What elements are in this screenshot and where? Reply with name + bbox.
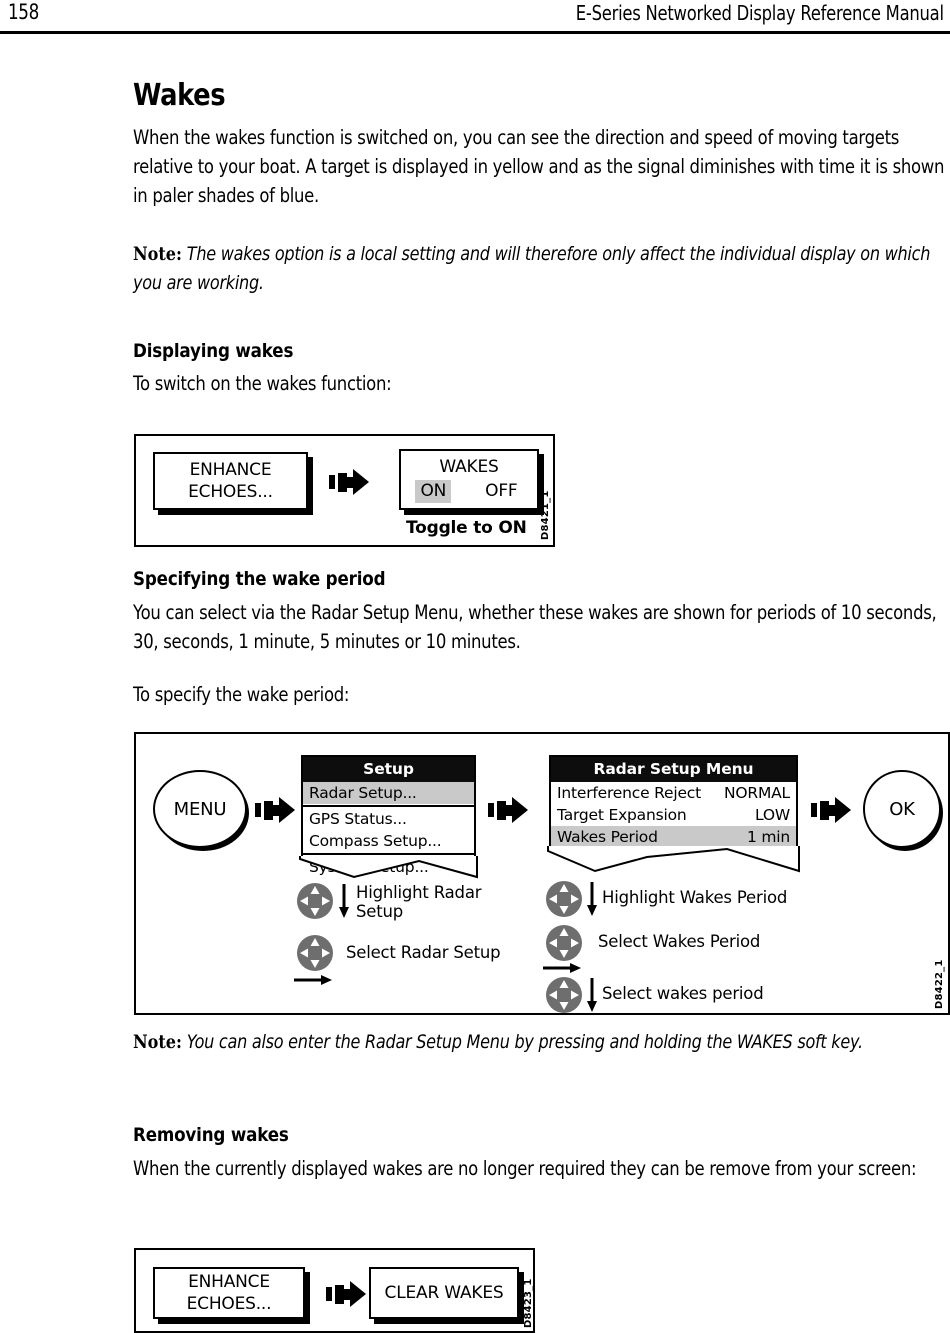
wakes-panel-title: WAKES [439, 457, 499, 477]
trackpad-icon[interactable] [545, 924, 583, 962]
wakes-option-on[interactable]: ON [415, 480, 452, 503]
setup-menu-item-gps-status[interactable]: GPS Status... [303, 808, 474, 830]
radar-setup-row-target-expansion[interactable]: Target Expansion LOW [551, 804, 796, 826]
trackpad-step-label-3: Highlight Wakes Period [602, 888, 788, 907]
arrow-head [279, 797, 295, 823]
softkey-line-2: ECHOES... [186, 1294, 272, 1314]
note-label: Note: [133, 243, 182, 265]
arrow-head [350, 1281, 366, 1307]
setup-menu-panel[interactable]: Setup Radar Setup... GPS Status... Compa… [301, 755, 476, 876]
figure-removing-wakes: ENHANCE ECHOES... CLEAR WAKES D8423_1 [134, 1248, 535, 1333]
figure-id-2: D8422_1 [934, 959, 945, 1010]
menu-hardkey[interactable]: MENU [153, 770, 247, 848]
figure-id-1: D8421_1 [540, 490, 551, 541]
radar-setup-row-value: NORMAL [724, 784, 790, 802]
specifying-lead-in: To specify the wake period: [133, 683, 350, 706]
trackpad-step-label-4: Select Wakes Period [598, 932, 761, 951]
arrow-dash-large [335, 1284, 344, 1304]
down-arrow-icon [587, 978, 597, 1012]
down-arrow-icon [587, 882, 597, 916]
manual-title: E-Series Networked Display Reference Man… [575, 1, 944, 25]
softkey-line-1: ENHANCE [189, 460, 272, 480]
arrow-dash-small [326, 1287, 332, 1301]
softkey-clear-wakes[interactable]: CLEAR WAKES [369, 1267, 519, 1319]
note-radar-setup-shortcut: Note: You can also enter the Radar Setup… [133, 1028, 950, 1057]
figure-id-3: D8423_1 [523, 1278, 534, 1329]
note-body: The wakes option is a local setting and … [133, 243, 931, 294]
radar-setup-menu-title: Radar Setup Menu [551, 757, 796, 782]
radar-setup-menu-panel[interactable]: Radar Setup Menu Interference Reject NOR… [549, 755, 798, 849]
ok-hardkey-label: OK [889, 798, 915, 820]
trackpad-icon[interactable] [296, 882, 334, 920]
trackpad-step-label-1: Highlight Radar Setup [356, 883, 482, 921]
trackpad-icon[interactable] [545, 880, 583, 918]
setup-menu-item-label: Compass Setup... [309, 832, 442, 850]
down-arrow-icon [339, 884, 349, 918]
softkey-line-1: ENHANCE [188, 1272, 270, 1292]
specifying-body: You can select via the Radar Setup Menu,… [133, 601, 937, 653]
note-wakes-local: Note: The wakes option is a local settin… [133, 240, 950, 298]
figure-displaying-wakes: ENHANCE ECHOES... WAKES ON OFF Toggle to… [134, 434, 555, 547]
softkey-enhance-echoes-1[interactable]: ENHANCE ECHOES... [153, 452, 308, 510]
radar-setup-row-label: Interference Reject [557, 784, 702, 802]
wakes-option-off[interactable]: OFF [480, 480, 522, 503]
arrow-dash-small [811, 803, 817, 817]
setup-menu-item-compass-setup[interactable]: Compass Setup... [303, 830, 474, 852]
setup-menu-item-label: GPS Status... [309, 810, 407, 828]
note-label: Note: [133, 1031, 182, 1053]
setup-menu-torn-edge [299, 856, 478, 879]
setup-menu-title: Setup [303, 757, 474, 782]
radar-setup-row-interference-reject[interactable]: Interference Reject NORMAL [551, 782, 796, 804]
flow-arrow-icon-2 [255, 797, 295, 823]
flow-arrow-icon-3 [488, 797, 528, 823]
radar-setup-row-label: Target Expansion [557, 806, 687, 824]
arrow-dash-large [497, 800, 506, 820]
arrow-head [353, 469, 369, 495]
arrow-dash-large [264, 800, 273, 820]
wakes-toggle-panel[interactable]: WAKES ON OFF [399, 449, 539, 510]
displaying-lead-in: To switch on the wakes function: [133, 372, 392, 395]
ok-hardkey[interactable]: OK [863, 770, 941, 848]
radar-setup-row-value: LOW [754, 806, 790, 824]
heading-removing-wakes: Removing wakes [133, 1124, 289, 1146]
softkey-line-2: ECHOES... [188, 482, 273, 502]
heading-specifying-wake-period: Specifying the wake period [133, 568, 386, 590]
trackpad-icon[interactable] [545, 976, 583, 1014]
arrow-dash-small [329, 475, 335, 489]
flow-arrow-icon [329, 469, 369, 495]
softkey-enhance-echoes-2[interactable]: ENHANCE ECHOES... [153, 1267, 305, 1319]
radar-setup-menu-torn-edge [547, 846, 800, 873]
setup-menu-item-radar-setup[interactable]: Radar Setup... [303, 782, 474, 804]
flow-arrow-icon-4 [811, 797, 851, 823]
heading-displaying-wakes: Displaying wakes [133, 340, 294, 362]
right-arrow-icon [543, 963, 581, 973]
figure-caption-toggle-on: Toggle to ON [406, 518, 527, 538]
right-arrow-icon [294, 975, 332, 985]
page-title: Wakes [133, 78, 226, 113]
removing-body: When the currently displayed wakes are n… [133, 1157, 917, 1180]
trackpad-icon[interactable] [296, 934, 334, 972]
radar-setup-row-value: 1 min [746, 828, 790, 846]
arrow-dash-small [488, 803, 494, 817]
header-divider [0, 31, 950, 34]
figure-specifying-wake-period: MENU Setup Radar Setup... GPS Status... … [134, 732, 950, 1015]
note-body: You can also enter the Radar Setup Menu … [186, 1031, 863, 1053]
intro-paragraph: When the wakes function is switched on, … [133, 126, 945, 207]
setup-menu-item-label: Radar Setup... [309, 784, 417, 802]
arrow-head [835, 797, 851, 823]
page-header: 158 E-Series Networked Display Reference… [0, 0, 950, 34]
trackpad-step-label-2: Select Radar Setup [346, 943, 501, 962]
menu-hardkey-label: MENU [173, 798, 227, 820]
softkey-line-1: CLEAR WAKES [384, 1283, 504, 1303]
radar-setup-row-label: Wakes Period [557, 828, 658, 846]
arrow-dash-large [820, 800, 829, 820]
flow-arrow-icon-5 [326, 1281, 366, 1307]
arrow-head [512, 797, 528, 823]
menu-divider [303, 805, 474, 807]
page-number: 158 [8, 0, 39, 24]
arrow-dash-large [338, 472, 347, 492]
arrow-dash-small [255, 803, 261, 817]
trackpad-step-label-5: Select wakes period [602, 984, 764, 1003]
